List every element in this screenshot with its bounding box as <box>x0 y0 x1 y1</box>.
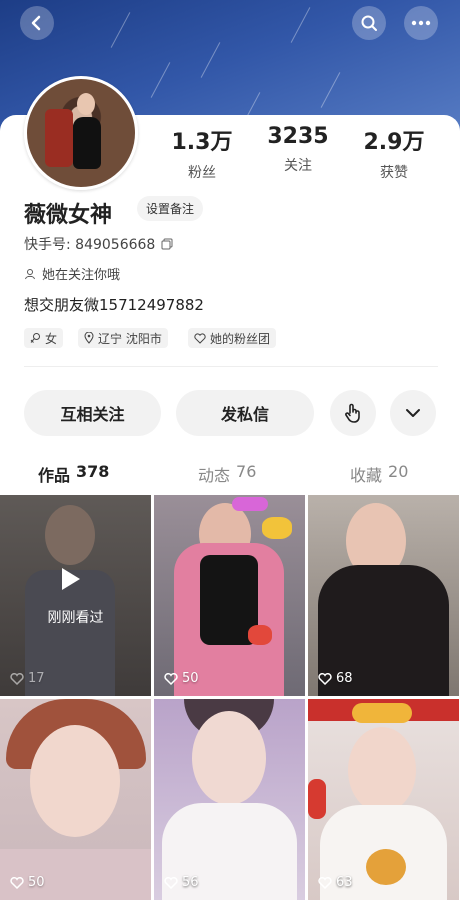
kuaishou-id: 快手号: 849056668 <box>24 234 173 254</box>
tag-location: 辽宁 沈阳市 <box>78 328 168 348</box>
follow-notice: 她在关注你哦 <box>24 264 120 283</box>
video-thumbnail[interactable]: 63 <box>308 699 459 900</box>
like-count: 63 <box>318 875 353 890</box>
tab-label: 作品 <box>38 466 71 485</box>
tag-label: 女 <box>45 331 58 346</box>
avatar[interactable] <box>24 76 138 190</box>
tab-label: 动态 <box>198 466 231 485</box>
divider <box>24 366 438 367</box>
tab-label: 收藏 <box>350 466 383 485</box>
more-icon <box>411 20 431 26</box>
send-message-button[interactable]: 发私信 <box>176 390 314 436</box>
stat-value: 1.3万 <box>171 130 233 155</box>
video-thumbnail[interactable]: 56 <box>154 699 305 900</box>
like-count: 50 <box>164 671 199 686</box>
video-thumbnail[interactable]: 50 <box>0 699 151 900</box>
set-remark-button[interactable]: 设置备注 <box>137 196 204 221</box>
heart-icon <box>318 672 332 685</box>
tab-works[interactable]: 作品 378 <box>38 462 109 486</box>
video-thumbnail[interactable]: 68 <box>308 495 459 696</box>
like-count: 50 <box>10 875 45 890</box>
video-thumbnail[interactable]: 刚刚看过 17 <box>0 495 151 696</box>
bio-text: 想交朋友微15712497882 <box>24 296 204 314</box>
stat-label: 获赞 <box>380 165 408 181</box>
search-button[interactable] <box>352 6 386 40</box>
mutual-follow-button[interactable]: 互相关注 <box>24 390 161 436</box>
chevron-down-icon <box>406 409 420 417</box>
stat-label: 关注 <box>284 158 312 174</box>
like-count: 56 <box>164 875 199 890</box>
tag-fan-club[interactable]: 她的粉丝团 <box>188 328 277 348</box>
like-count: 17 <box>10 671 45 686</box>
like-count-text: 50 <box>182 671 199 686</box>
female-icon <box>30 333 40 343</box>
stat-value: 3235 <box>267 124 329 149</box>
tab-count: 76 <box>236 462 257 481</box>
more-button[interactable] <box>404 6 438 40</box>
heart-icon <box>10 876 24 889</box>
like-count-text: 68 <box>336 671 353 686</box>
stat-fans[interactable]: 1.3万 粉丝 <box>162 124 242 182</box>
chevron-left-icon <box>31 15 41 31</box>
tag-label: 她的粉丝团 <box>210 331 271 346</box>
tag-gender: 女 <box>24 328 64 348</box>
stat-label: 粉丝 <box>188 165 216 181</box>
copy-icon[interactable] <box>161 238 173 250</box>
heart-outline-icon <box>194 332 206 344</box>
like-count-text: 17 <box>28 671 45 686</box>
heart-icon <box>164 672 178 685</box>
kuaishou-id-text: 快手号: 849056668 <box>24 237 156 253</box>
like-count-text: 63 <box>336 875 353 890</box>
poke-button[interactable] <box>330 390 376 436</box>
heart-icon <box>10 672 24 685</box>
like-count-text: 56 <box>182 875 199 890</box>
follow-notice-text: 她在关注你哦 <box>42 268 121 283</box>
like-count: 68 <box>318 671 353 686</box>
video-thumbnail[interactable]: 50 <box>154 495 305 696</box>
tab-favorites[interactable]: 收藏 20 <box>350 462 408 486</box>
location-pin-icon <box>84 332 94 344</box>
tab-count: 20 <box>388 462 409 481</box>
heart-icon <box>164 876 178 889</box>
tab-moments[interactable]: 动态 76 <box>198 462 256 486</box>
stat-likes[interactable]: 2.9万 获赞 <box>354 124 434 182</box>
person-icon <box>25 268 35 279</box>
heart-icon <box>318 876 332 889</box>
stat-following[interactable]: 3235 关注 <box>258 124 338 175</box>
profile-name: 薇微女神 <box>24 203 113 228</box>
tab-count: 378 <box>76 462 110 481</box>
back-button[interactable] <box>20 6 54 40</box>
like-count-text: 50 <box>28 875 45 890</box>
tag-label: 辽宁 沈阳市 <box>98 331 162 346</box>
play-icon <box>62 568 80 590</box>
search-icon <box>361 15 377 31</box>
expand-button[interactable] <box>390 390 436 436</box>
video-grid: 刚刚看过 17 50 68 50 56 63 <box>0 495 460 901</box>
poke-hand-icon <box>345 403 360 423</box>
stat-value: 2.9万 <box>363 130 425 155</box>
recently-viewed-label: 刚刚看过 <box>47 610 104 626</box>
